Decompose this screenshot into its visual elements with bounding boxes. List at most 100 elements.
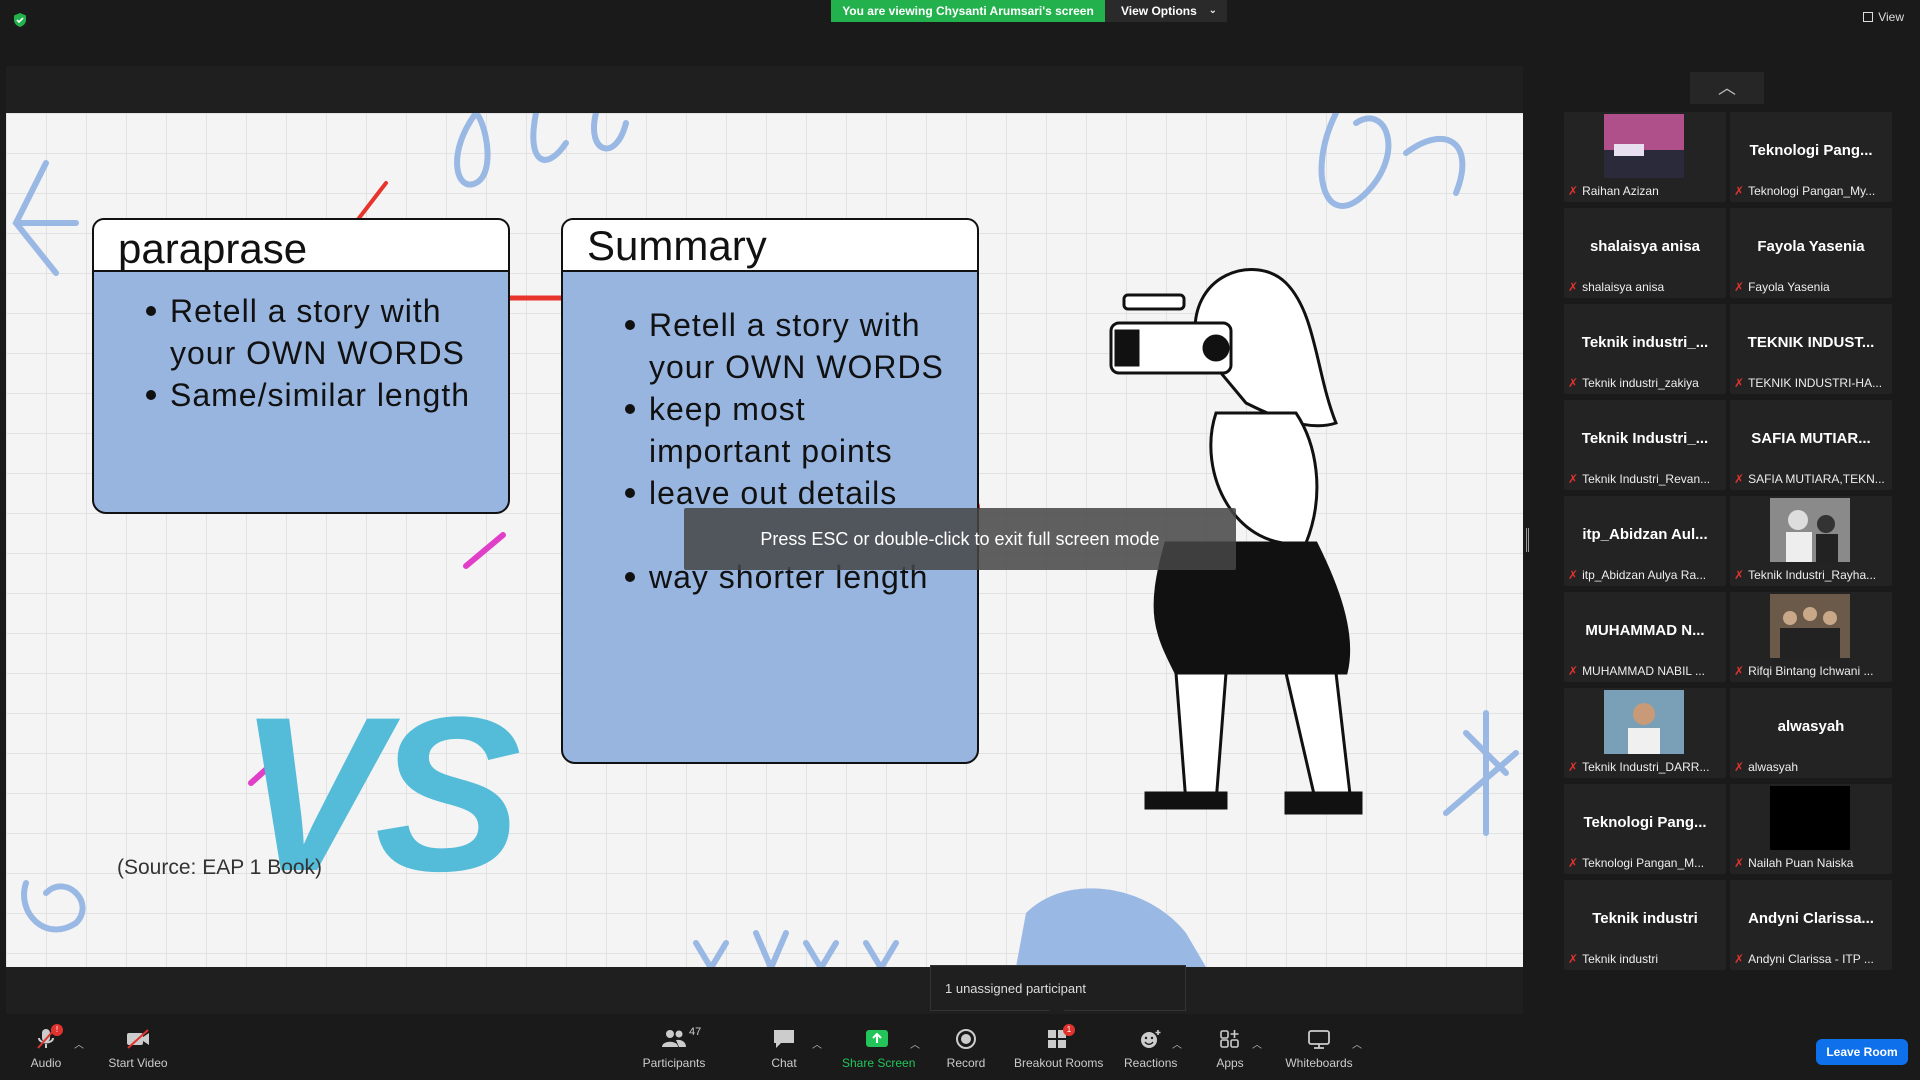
paraprase-bullet: Same/similar length: [146, 374, 476, 416]
microphone-muted-icon: ✗: [1568, 568, 1579, 582]
breakout-badge: 1: [1063, 1024, 1075, 1036]
participant-tile[interactable]: Teknologi Pang... ✗ Teknologi Pangan_M...: [1564, 784, 1726, 874]
leave-room-button[interactable]: Leave Room: [1816, 1039, 1908, 1065]
whiteboards-label: Whiteboards: [1285, 1056, 1353, 1070]
video-off-icon: [125, 1028, 151, 1050]
exit-fullscreen-hint: Press ESC or double-click to exit full s…: [684, 508, 1236, 570]
record-label: Record: [946, 1056, 986, 1070]
microphone-muted-icon: !: [33, 1024, 63, 1050]
reactions-button[interactable]: Reactions: [1124, 1028, 1177, 1070]
view-options-label: View Options: [1121, 4, 1197, 18]
microphone-muted-icon: ✗: [1568, 472, 1579, 486]
participant-label-text: SAFIA MUTIARA,TEKN...: [1748, 472, 1885, 486]
paraprase-card-title: paraprase: [92, 218, 510, 272]
view-button[interactable]: View: [1863, 10, 1904, 24]
participant-profile-photo: [1604, 690, 1684, 754]
participant-tile[interactable]: ✗ Nailah Puan Naiska: [1730, 784, 1892, 874]
participants-icon: 47: [661, 1026, 701, 1050]
share-screen-button[interactable]: Share Screen: [842, 1028, 915, 1070]
participant-tile[interactable]: Andyni Clarissa... ✗ Andyni Clarissa - ITP…: [1730, 880, 1892, 970]
record-button[interactable]: Record: [946, 1028, 986, 1070]
participant-name-label: ✗ Rifqi Bintang Ichwani ...: [1734, 664, 1888, 678]
participant-tile[interactable]: ✗ Teknik Industri_DARR...: [1564, 688, 1726, 778]
participant-display-name: MUHAMMAD N...: [1585, 622, 1705, 639]
start-video-label: Start Video: [108, 1056, 168, 1070]
participant-tile[interactable]: shalaisya anisa ✗ shalaisya anisa: [1564, 208, 1726, 298]
participant-label-text: Fayola Yasenia: [1748, 280, 1830, 294]
chevron-down-icon: ⌄: [1208, 5, 1217, 16]
whiteboards-options-caret[interactable]: ︿: [1352, 1036, 1362, 1051]
participant-profile-photo: [1770, 594, 1850, 658]
microphone-muted-icon: ✗: [1734, 568, 1745, 582]
participant-tile[interactable]: TEKNIK INDUST... ✗ TEKNIK INDUSTRI-HA...: [1730, 304, 1892, 394]
participant-display-name: Andyni Clarissa...: [1748, 910, 1874, 927]
meeting-toolbar: ! Audio ︿ Start Video 47 Participants Ch…: [0, 1014, 1920, 1080]
microphone-muted-icon: ✗: [1568, 280, 1579, 294]
summary-card: Summary Retell a story with your OWN WOR…: [561, 218, 979, 764]
vs-graphic: VS: [238, 671, 522, 917]
participants-label: Participants: [642, 1056, 706, 1070]
participant-display-name: Teknik industri_...: [1581, 334, 1709, 351]
participant-name-label: ✗ shalaisya anisa: [1568, 280, 1722, 294]
participant-label-text: Teknik Industri_Revan...: [1582, 472, 1711, 486]
participant-name-label: ✗ itp_Abidzan Aulya Ra...: [1568, 568, 1722, 582]
microphone-muted-icon: ✗: [1568, 184, 1579, 198]
reactions-options-caret[interactable]: ︿: [1172, 1036, 1182, 1051]
apps-options-caret[interactable]: ︿: [1252, 1036, 1262, 1051]
microphone-muted-icon: ✗: [1734, 952, 1745, 966]
participant-label-text: Teknik Industri_Rayha...: [1748, 568, 1877, 582]
participant-tile[interactable]: Teknik Industri_... ✗ Teknik Industri_Reva…: [1564, 400, 1726, 490]
participant-tile[interactable]: Teknik industri_... ✗ Teknik industri_zaki…: [1564, 304, 1726, 394]
participant-display-name: Teknologi Pang...: [1583, 814, 1707, 831]
participant-tile[interactable]: itp_Abidzan Aul... ✗ itp_Abidzan Aulya Ra.…: [1564, 496, 1726, 586]
participant-label-text: Teknologi Pangan_M...: [1582, 856, 1705, 870]
share-options-caret[interactable]: ︿: [910, 1036, 920, 1051]
chat-button[interactable]: Chat: [768, 1028, 800, 1070]
audio-alert-badge: !: [51, 1024, 63, 1036]
view-options-button[interactable]: View Options ⌄: [1105, 0, 1227, 22]
participant-label-text: Andyni Clarissa - ITP ...: [1748, 952, 1874, 966]
participant-tile[interactable]: Fayola Yasenia ✗ Fayola Yasenia: [1730, 208, 1892, 298]
breakout-rooms-button[interactable]: 1 Breakout Rooms: [1014, 1024, 1103, 1070]
participant-display-name: shalaisya anisa: [1589, 238, 1701, 255]
participant-label-text: shalaisya anisa: [1582, 280, 1665, 294]
microphone-muted-icon: ✗: [1568, 856, 1579, 870]
participant-tile[interactable]: alwasyah ✗ alwasyah: [1730, 688, 1892, 778]
participants-button[interactable]: 47 Participants: [642, 1026, 706, 1070]
participant-name-label: ✗ Teknik Industri_Rayha...: [1734, 568, 1888, 582]
participant-tile[interactable]: ✗ Rifqi Bintang Ichwani ...: [1730, 592, 1892, 682]
top-bar: You are viewing Chysanti Arumsari's scre…: [0, 0, 1920, 64]
participant-label-text: MUHAMMAD NABIL ...: [1582, 664, 1705, 678]
microphone-muted-icon: ✗: [1734, 664, 1745, 678]
paraprase-card: paraprase Retell a story with your OWN W…: [92, 218, 510, 514]
breakout-rooms-icon: 1: [1045, 1024, 1075, 1050]
start-video-button[interactable]: Start Video: [108, 1028, 168, 1070]
chat-options-caret[interactable]: ︿: [812, 1036, 822, 1051]
participant-tile[interactable]: SAFIA MUTIAR... ✗ SAFIA MUTIARA,TEKN...: [1730, 400, 1892, 490]
collapse-gallery-button[interactable]: ︿: [1690, 72, 1764, 104]
microphone-muted-icon: ✗: [1568, 664, 1579, 678]
view-label: View: [1878, 10, 1904, 24]
unassigned-participant-popup[interactable]: 1 unassigned participant: [930, 965, 1186, 1018]
participant-tile[interactable]: Teknik industri ✗ Teknik industri: [1564, 880, 1726, 970]
audio-options-caret[interactable]: ︿: [74, 1036, 84, 1051]
participant-name-label: ✗ Nailah Puan Naiska: [1734, 856, 1888, 870]
reactions-smiley-icon: [1137, 1028, 1163, 1050]
whiteboards-button[interactable]: Whiteboards: [1284, 1028, 1354, 1070]
grid-view-icon: [1863, 12, 1874, 22]
microphone-muted-icon: ✗: [1734, 184, 1745, 198]
resize-handle[interactable]: [1526, 528, 1529, 552]
apps-label: Apps: [1216, 1056, 1244, 1070]
participant-name-label: ✗ Teknik Industri_Revan...: [1568, 472, 1722, 486]
participant-video-thumbnail: [1604, 114, 1684, 178]
audio-button[interactable]: ! Audio: [28, 1024, 64, 1070]
chevron-up-icon: ︿: [1718, 78, 1736, 98]
security-shield-icon[interactable]: [12, 12, 28, 28]
microphone-muted-icon: ✗: [1568, 952, 1579, 966]
participant-tile[interactable]: ✗ Teknik Industri_Rayha...: [1730, 496, 1892, 586]
participant-profile-photo: [1770, 498, 1850, 562]
participant-tile[interactable]: ✗ Raihan Azizan: [1564, 112, 1726, 202]
participant-tile[interactable]: MUHAMMAD N... ✗ MUHAMMAD NABIL ...: [1564, 592, 1726, 682]
participant-tile[interactable]: Teknologi Pang... ✗ Teknologi Pangan_My...: [1730, 112, 1892, 202]
apps-button[interactable]: Apps: [1216, 1028, 1244, 1070]
